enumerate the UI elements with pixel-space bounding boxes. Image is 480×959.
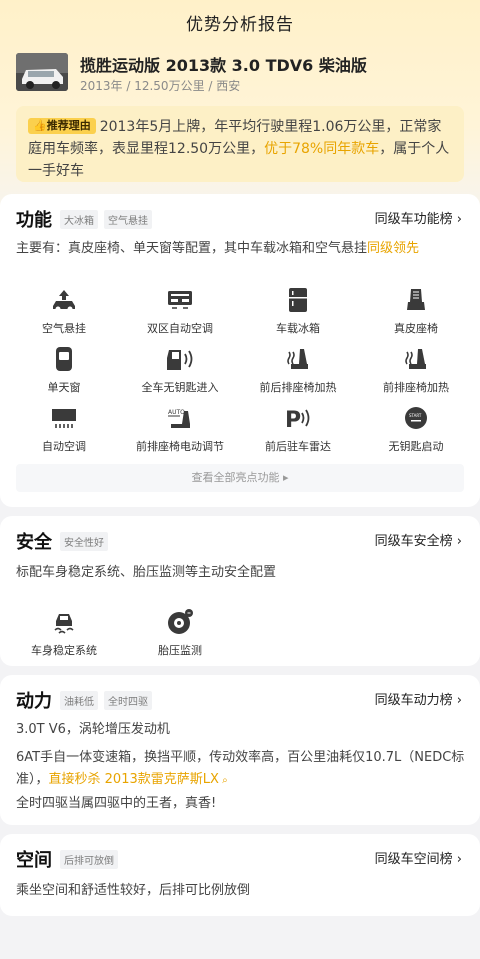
seat-heating-icon [283,345,313,373]
feature-leather-seat[interactable]: 真皮座椅 [358,286,474,336]
svg-text:START: START [409,413,422,418]
feature-seat-heating[interactable]: 前后排座椅加热 [240,345,356,395]
space-rank-link[interactable]: 同级车空间榜 › [375,848,462,867]
feature-keyless-entry[interactable]: 全车无钥匙进入 [122,345,238,395]
car-meta: 2013年 / 12.50万公里 / 西安 [80,79,241,93]
features-rank-link[interactable]: 同级车功能榜 › [375,208,462,227]
feature-power-seat[interactable]: AUTO 前排座椅电动调节 [122,404,238,454]
feature-tire-pressure[interactable]: 胎压监测 [122,608,238,658]
feature-tag: 大冰箱 [60,209,98,229]
dual-zone-ac-icon [165,286,195,314]
stability-control-icon [49,608,79,636]
compare-link[interactable]: 直接秒杀 2013款雷克萨斯LX ⌕ [49,772,228,787]
front-seat-heating-icon [401,345,431,373]
space-desc: 乘坐空间和舒适性较好，后排可比例放倒 [16,883,251,898]
air-suspension-icon [49,286,79,314]
keyless-entry-icon [165,345,195,373]
svg-text:P: P [285,408,301,431]
feature-car-fridge[interactable]: 车载冰箱 [240,286,356,336]
safety-card-header: 安全 安全性好 [16,528,114,554]
feature-auto-ac[interactable]: 自动空调 [6,404,122,454]
power-card: 动力 油耗低 全时四驱 同级车动力榜 › 3.0T V6，涡轮增压发动机 6AT… [0,675,480,825]
see-all-features-button[interactable]: 查看全部亮点功能 ▸ [16,464,464,492]
car-fridge-icon [283,286,313,314]
thumbs-up-icon: 👍 [33,119,47,132]
feature-parking-radar[interactable]: P 前后驻车雷达 [240,404,356,454]
safety-desc: 标配车身稳定系统、胎压监测等主动安全配置 [16,565,277,580]
recommend-reason: 👍推荐理由 2013年5月上牌，年平均行驶里程1.06万公里，正常家庭用车频率，… [16,106,464,182]
power-tag: 全时四驱 [104,690,152,710]
feature-tag: 空气悬挂 [104,209,152,229]
features-title: 功能 [16,210,52,231]
reason-highlight: 优于78%同年款车 [264,141,380,157]
power-seat-icon: AUTO [165,404,195,432]
power-title: 动力 [16,691,52,712]
power-tag: 油耗低 [60,690,98,710]
power-rank-link[interactable]: 同级车动力榜 › [375,689,462,708]
features-card: 功能 大冰箱 空气悬挂 同级车功能榜 › 主要有：真皮座椅、单天窗等配置，其中车… [0,194,480,507]
feature-front-seat-heating[interactable]: 前排座椅加热 [358,345,474,395]
car-name: 揽胜运动版 2013款 3.0 TDV6 柴油版 [80,56,367,75]
feature-dual-zone-ac[interactable]: 双区自动空调 [122,286,238,336]
leather-seat-icon [401,286,431,314]
safety-tag: 安全性好 [60,531,108,551]
safety-rank-link[interactable]: 同级车安全榜 › [375,530,462,549]
page-title: 优势分析报告 [186,15,294,35]
svg-text:AUTO: AUTO [168,409,185,416]
features-desc: 主要有：真皮座椅、单天窗等配置，其中车载冰箱和空气悬挂同级领先 [16,241,420,256]
power-transmission-text: 6AT手自一体变速箱，换挡平顺，传动效率高，百公里油耗仅10.7L（NEDC标准… [16,750,465,787]
tire-pressure-icon [165,608,195,636]
sunroof-icon [49,345,79,373]
search-icon: ⌕ [218,775,228,786]
feature-sunroof[interactable]: 单天窗 [6,345,122,395]
recommend-badge: 👍推荐理由 [28,118,96,134]
car-thumbnail[interactable] [16,53,68,91]
space-tag: 后排可放倒 [60,849,118,869]
power-card-header: 动力 油耗低 全时四驱 [16,687,158,713]
features-card-header: 功能 大冰箱 空气悬挂 [16,206,158,232]
keyless-start-icon: START [401,404,431,432]
power-drive-text: 全时四驱当属四驱中的王者，真香! [16,796,217,811]
auto-ac-icon [49,404,79,432]
feature-air-suspension[interactable]: 空气悬挂 [6,286,122,336]
space-card-header: 空间 后排可放倒 [16,846,124,872]
space-card: 空间 后排可放倒 同级车空间榜 › 乘坐空间和舒适性较好，后排可比例放倒 [0,834,480,916]
safety-title: 安全 [16,532,52,553]
power-engine-text: 3.0T V6，涡轮增压发动机 [16,722,170,737]
space-title: 空间 [16,850,52,871]
feature-keyless-start[interactable]: START 无钥匙启动 [358,404,474,454]
feature-stability-control[interactable]: 车身稳定系统 [6,608,122,658]
safety-card: 安全 安全性好 同级车安全榜 › 标配车身稳定系统、胎压监测等主动安全配置 车身… [0,516,480,666]
parking-radar-icon: P [283,404,313,432]
